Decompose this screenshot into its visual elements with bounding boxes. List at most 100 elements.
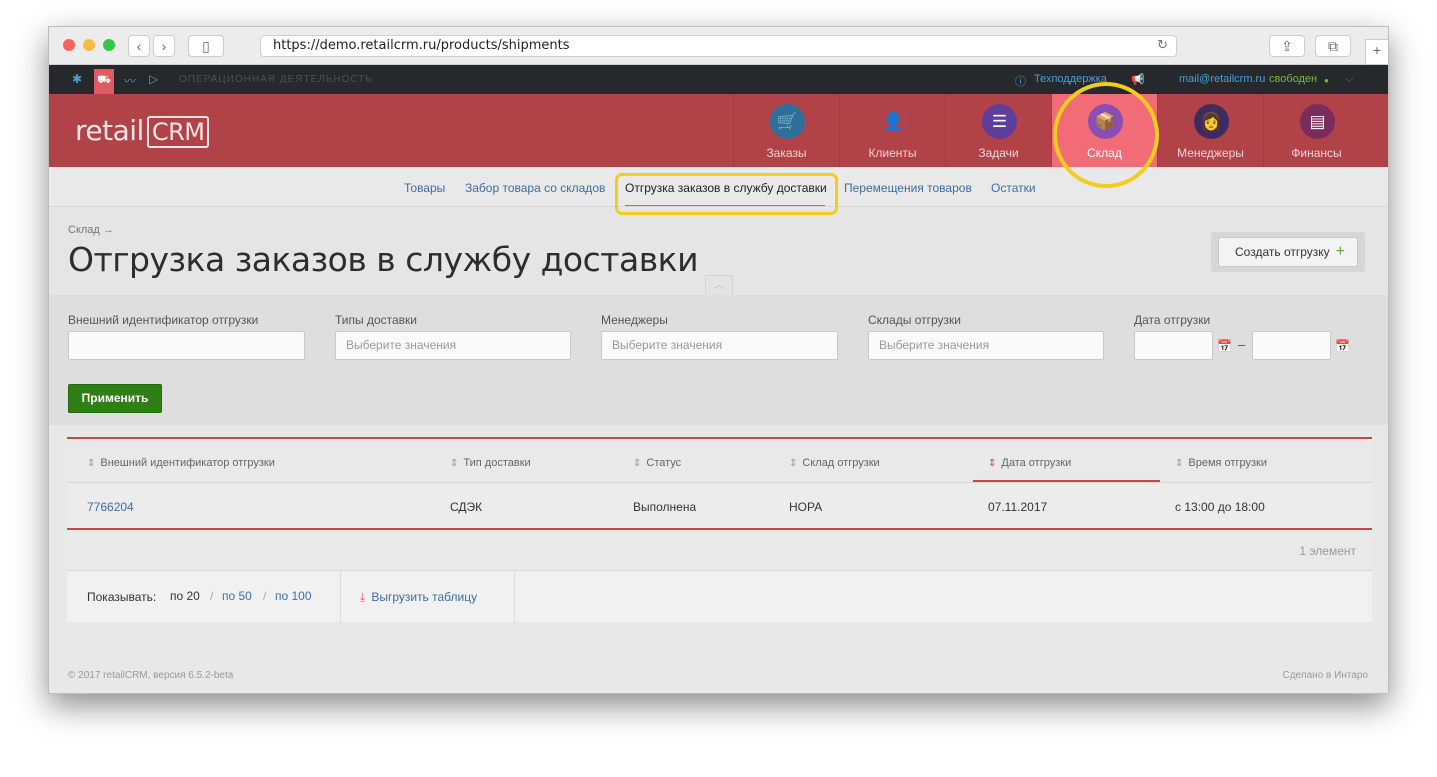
chat-list-icon: ☰ (982, 104, 1017, 139)
module-managers[interactable]: 👩 Менеджеры (1157, 94, 1263, 167)
analytics-icon[interactable]: 〰 (124, 72, 136, 89)
page-size-separator: / (263, 589, 267, 603)
column-header-store[interactable]: ⇕ Склад отгрузки (789, 457, 880, 469)
page-footer: © 2017 retailCRM, версия 6.5.2-beta Сдел… (49, 667, 1388, 693)
page-size-100[interactable]: по 100 (275, 589, 312, 603)
cart-tab-icon[interactable]: ⛟ (94, 69, 114, 94)
module-label: Клиенты (868, 146, 917, 160)
create-shipment-button[interactable]: Создать отгрузку + (1211, 232, 1365, 272)
logo[interactable]: retail CRM (75, 114, 210, 148)
page-size-separator: / (210, 589, 214, 603)
external-id-label: Внешний идентификатор отгрузки (68, 313, 259, 327)
managers-select[interactable]: Выберите значения (601, 331, 838, 360)
highlight-circle (1053, 82, 1159, 188)
delivery-types-label: Типы доставки (335, 313, 418, 327)
cart-icon: 🛒 (770, 104, 805, 139)
managers-label: Менеджеры (601, 313, 668, 327)
date-label: Дата отгрузки (1134, 313, 1211, 327)
sort-icon: ⇕ (450, 458, 459, 469)
play-icon[interactable]: ▷ (149, 72, 158, 86)
collapse-filters-icon[interactable]: ︿ (705, 275, 733, 295)
cell-delivery-type: СДЭК (450, 500, 483, 514)
sidebar-icon[interactable]: ▯ (188, 35, 224, 57)
sort-icon: ⇕ (988, 458, 997, 469)
copyright: © 2017 retailCRM, версия 6.5.2-beta (68, 670, 234, 681)
close-window-icon[interactable] (63, 39, 75, 51)
plus-icon: + (1335, 243, 1345, 260)
column-header-date[interactable]: ⇕ Дата отгрузки (988, 457, 1071, 469)
address-bar[interactable]: https://demo.retailcrm.ru/products/shipm… (260, 35, 1177, 57)
stores-select[interactable]: Выберите значения (868, 331, 1104, 360)
back-icon[interactable]: ‹ (128, 35, 150, 57)
forward-icon[interactable]: › (153, 35, 175, 57)
module-label: Заказы (766, 146, 807, 160)
breadcrumb[interactable]: Склад → (68, 224, 114, 236)
table-footer: Показывать: по 20 / по 50 / по 100 ⤓ Выгр… (67, 570, 1372, 623)
reload-icon[interactable]: ↻ (1157, 36, 1168, 56)
help-icon[interactable]: ⓘ (1015, 73, 1026, 89)
column-header-status[interactable]: ⇕ Статус (633, 457, 681, 469)
subnav-products[interactable]: Товары (404, 181, 445, 195)
section-label: ОПЕРАЦИОННАЯ ДЕЯТЕЛЬНОСТЬ (179, 74, 373, 85)
page-size-20[interactable]: по 20 (170, 589, 200, 603)
module-finance[interactable]: ▤ Финансы (1263, 94, 1369, 167)
subnav-pickup[interactable]: Забор товара со складов (465, 181, 605, 195)
app-header: retail CRM 🛒 Заказы 👤 Клиенты ☰ Задачи 📦 … (49, 94, 1388, 167)
shipments-table: ⇕ Внешний идентификатор отгрузки ⇕ Тип дос… (67, 437, 1372, 623)
share-icon[interactable]: ⇪ (1269, 35, 1305, 57)
subnav-stock[interactable]: Остатки (991, 181, 1036, 195)
minimize-window-icon[interactable] (83, 39, 95, 51)
top-strip: ✱ ⛟ 〰 ▷ ОПЕРАЦИОННАЯ ДЕЯТЕЛЬНОСТЬ ⓘ Техп… (49, 65, 1388, 94)
page-title: Отгрузка заказов в службу доставки (68, 240, 699, 279)
module-clients[interactable]: 👤 Клиенты (839, 94, 945, 167)
sort-icon: ⇕ (1175, 458, 1184, 469)
new-tab-icon[interactable]: + (1365, 39, 1388, 65)
user-status: свободен (1269, 73, 1318, 85)
maximize-window-icon[interactable] (103, 39, 115, 51)
megaphone-icon[interactable]: 📢 (1131, 73, 1145, 86)
external-id-input[interactable] (68, 331, 305, 360)
browser-window: ‹ › ▯ https://demo.retailcrm.ru/products… (48, 26, 1389, 694)
apply-button[interactable]: Применить (68, 384, 162, 413)
page-size-label: Показывать: (87, 590, 157, 604)
create-shipment-label: Создать отгрузку (1235, 245, 1330, 259)
stores-label: Склады отгрузки (868, 313, 961, 327)
chevron-down-icon[interactable]: ⌵ (1345, 73, 1353, 86)
highlight-box (615, 173, 838, 215)
browser-toolbar: ‹ › ▯ https://demo.retailcrm.ru/products… (49, 27, 1388, 65)
calendar-icon[interactable]: 📅 (1217, 339, 1232, 353)
subnav-transfers[interactable]: Перемещения товаров (844, 181, 972, 195)
calendar-icon[interactable]: 📅 (1335, 339, 1350, 353)
date-from-input[interactable] (1134, 331, 1213, 360)
user-email[interactable]: mail@retailcrm.ru (1179, 73, 1265, 85)
result-count: 1 элемент (1299, 544, 1356, 558)
module-orders[interactable]: 🛒 Заказы (733, 94, 839, 167)
module-tasks[interactable]: ☰ Задачи (945, 94, 1051, 167)
cell-time: с 13:00 до 18:00 (1175, 500, 1265, 514)
date-to-input[interactable] (1252, 331, 1331, 360)
tabs-icon[interactable]: ⧉ (1315, 35, 1351, 57)
divider (340, 571, 341, 623)
module-label: Задачи (978, 146, 1019, 160)
gear-icon[interactable]: ✱ (72, 72, 82, 86)
column-header-external-id[interactable]: ⇕ Внешний идентификатор отгрузки (87, 457, 275, 469)
url-text: https://demo.retailcrm.ru/products/shipm… (273, 38, 570, 53)
table-divider (67, 528, 1372, 530)
cell-external-id[interactable]: 7766204 (87, 500, 134, 514)
sort-icon: ⇕ (633, 458, 642, 469)
filters-panel: Внешний идентификатор отгрузки Типы дост… (49, 295, 1388, 425)
module-label: Менеджеры (1177, 146, 1244, 160)
column-header-delivery-type[interactable]: ⇕ Тип доставки (450, 457, 531, 469)
status-dot-icon: ● (1324, 76, 1329, 85)
date-separator: – (1238, 337, 1246, 352)
export-table-link[interactable]: ⤓ Выгрузить таблицу (360, 590, 477, 605)
woman-icon: 👩 (1194, 104, 1229, 139)
person-icon: 👤 (876, 104, 911, 139)
table-row[interactable]: 7766204 СДЭК Выполнена НОРА 07.11.2017 с… (67, 482, 1372, 529)
delivery-types-select[interactable]: Выберите значения (335, 331, 571, 360)
made-by-link[interactable]: Сделано в Интаро (1283, 670, 1369, 681)
divider (514, 571, 515, 623)
column-header-time[interactable]: ⇕ Время отгрузки (1175, 457, 1267, 469)
cell-store: НОРА (789, 500, 823, 514)
page-size-50[interactable]: по 50 (222, 589, 252, 603)
